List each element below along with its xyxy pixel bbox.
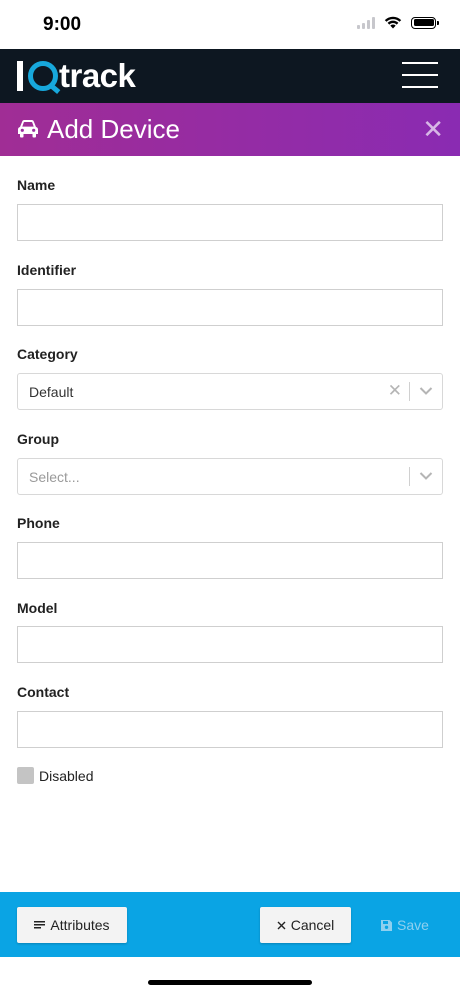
cellular-signal-icon (357, 16, 375, 29)
dialog-title: Add Device (47, 114, 180, 144)
status-time: 9:00 (43, 14, 82, 35)
group-select[interactable]: Select... (17, 458, 443, 495)
close-icon (277, 921, 286, 930)
group-placeholder: Select... (29, 469, 80, 485)
model-label: Model (17, 600, 58, 616)
close-icon[interactable]: ✕ (422, 115, 444, 143)
status-bar: 9:00 (0, 0, 460, 49)
chevron-down-icon[interactable] (419, 386, 433, 396)
category-label: Category (17, 346, 78, 362)
clear-selection-icon[interactable]: ✕ (388, 381, 402, 401)
phone-input[interactable] (18, 543, 442, 578)
cancel-button[interactable]: Cancel (260, 907, 351, 943)
list-icon (34, 921, 46, 929)
identifier-input-box (17, 289, 443, 326)
attributes-button[interactable]: Attributes (17, 907, 127, 943)
hamburger-menu-icon[interactable] (402, 62, 438, 88)
bottom-toolbar: Attributes Cancel Save (0, 892, 460, 957)
cancel-label: Cancel (290, 917, 335, 933)
iqtrack-logo: track (17, 55, 136, 97)
disabled-checkbox[interactable] (17, 767, 34, 784)
status-icons (357, 16, 439, 29)
identifier-input[interactable] (18, 290, 442, 325)
contact-field: Contact (17, 684, 443, 700)
category-selected-value: Default (29, 384, 74, 400)
name-field: Name (17, 177, 443, 193)
floppy-disk-icon (381, 919, 393, 931)
logo-wordmark: track (59, 57, 136, 94)
group-label: Group (17, 431, 59, 447)
home-indicator (148, 980, 312, 985)
model-input-box (17, 626, 443, 663)
contact-label: Contact (17, 684, 70, 700)
select-separator (409, 467, 410, 486)
phone-field: Phone (17, 515, 443, 531)
attributes-label: Attributes (50, 917, 110, 933)
group-field: Group (17, 431, 443, 447)
category-select[interactable]: Default ✕ (17, 373, 443, 410)
contact-input[interactable] (18, 712, 442, 747)
identifier-field: Identifier (17, 262, 443, 278)
phone-input-box (17, 542, 443, 579)
category-field: Category (17, 346, 443, 362)
save-button[interactable]: Save (370, 907, 440, 943)
select-separator (409, 382, 410, 401)
dialog-title-bar: Add Device ✕ (0, 103, 460, 156)
name-input-box (17, 204, 443, 241)
car-icon (18, 120, 38, 138)
battery-icon (411, 16, 439, 29)
contact-input-box (17, 711, 443, 748)
app-header: track (0, 49, 460, 103)
chevron-down-icon[interactable] (419, 471, 433, 481)
identifier-label: Identifier (17, 262, 77, 278)
name-input[interactable] (18, 205, 442, 240)
name-label: Name (17, 177, 56, 193)
disabled-label: Disabled (39, 767, 94, 784)
phone-label: Phone (17, 515, 60, 531)
model-input[interactable] (18, 627, 442, 662)
model-field: Model (17, 600, 443, 616)
save-label: Save (397, 917, 429, 933)
disabled-checkbox-row[interactable]: Disabled (17, 767, 93, 784)
wifi-icon (384, 16, 402, 29)
